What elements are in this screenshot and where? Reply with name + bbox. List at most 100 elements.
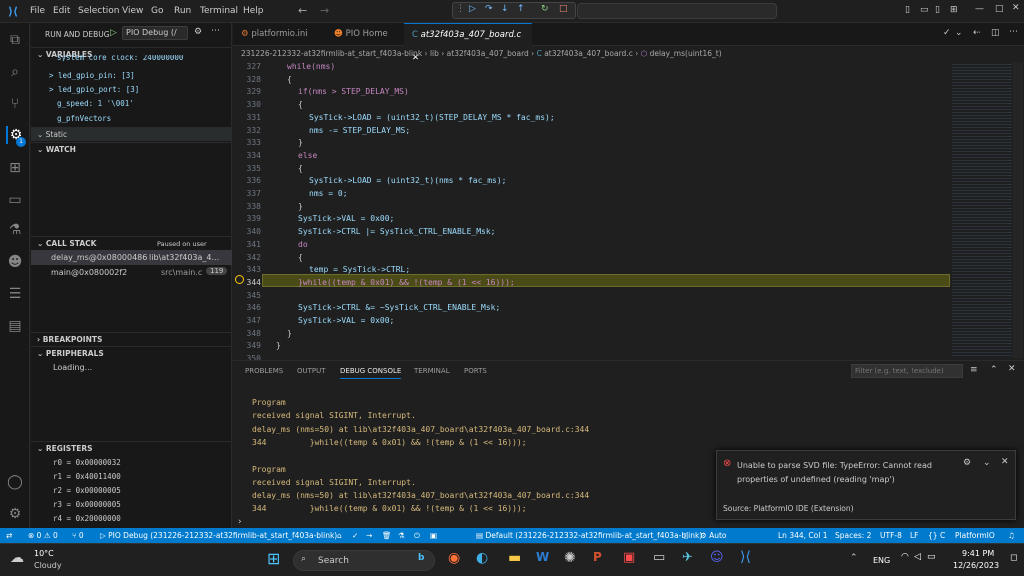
menu-go[interactable]: Go <box>151 6 163 16</box>
volume-icon[interactable]: ◁ <box>914 552 921 562</box>
call-stack-frame[interactable]: delay_ms@0x08000486 lib\at32f403a_4... <box>31 250 232 265</box>
pio-misc-icon[interactable]: ▯ <box>684 528 688 543</box>
back-arrow-icon[interactable]: ← <box>298 4 307 17</box>
wifi-icon[interactable]: ◠ <box>901 552 909 562</box>
variable-item[interactable]: > led_gpio_pin: [3] <box>49 69 135 83</box>
line-ending[interactable]: LF <box>910 528 919 543</box>
close-panel-icon[interactable]: ✕ <box>1008 364 1016 374</box>
restart-icon[interactable]: ↻ <box>541 4 549 14</box>
menu-terminal[interactable]: Terminal <box>200 6 238 16</box>
chatgpt-icon[interactable]: ✺ <box>564 550 576 566</box>
more-actions-icon[interactable]: ⋯ <box>211 26 220 36</box>
register-item[interactable]: r0 = 0x00000032 <box>53 456 121 470</box>
code-line[interactable]: { <box>298 164 303 173</box>
notification-center-icon[interactable]: ◻ <box>1010 553 1017 563</box>
cursor-position[interactable]: Ln 344, Col 1 <box>778 528 827 543</box>
battery-icon[interactable]: ▭ <box>927 552 936 562</box>
pio-home-icon[interactable]: ⌂ <box>337 528 342 543</box>
pio-test-icon[interactable]: ⚗ <box>398 528 405 543</box>
code-line[interactable]: SysTick->VAL = 0x00; <box>298 316 394 325</box>
breadcrumb-folder[interactable]: at32f403a_407_board <box>447 49 529 58</box>
code-line[interactable]: { <box>287 75 292 84</box>
source-control-icon[interactable]: ⑂ <box>6 95 24 113</box>
step-into-icon[interactable]: ↓ <box>501 4 509 14</box>
stop-icon[interactable]: □ <box>559 4 568 14</box>
debug-config-select[interactable]: PIO Debug (/ <box>122 26 188 40</box>
start-debug-icon[interactable]: ▷ <box>110 28 117 38</box>
variable-item[interactable]: > led_gpio_port: [3] <box>49 83 139 97</box>
code-line[interactable]: SysTick->CTRL |= SysTick_CTRL_ENABLE_Msk… <box>298 227 495 236</box>
word-icon[interactable]: W <box>536 550 549 564</box>
register-item[interactable]: r3 = 0x00000005 <box>53 498 121 512</box>
outline-icon[interactable]: ☰ <box>6 285 24 303</box>
code-line[interactable]: temp = SysTick->CTRL; <box>309 265 410 274</box>
pio-serial-icon[interactable]: ⏻ <box>414 528 420 543</box>
menu-edit[interactable]: Edit <box>53 6 70 16</box>
debug-session-status[interactable]: ▷ PIO Debug (231226-212332-at32firmlib-a… <box>100 528 337 543</box>
explorer-icon[interactable]: ⧉ <box>6 31 24 49</box>
input-language[interactable]: ENG <box>873 556 890 565</box>
remote-icon[interactable]: ⇄ <box>6 528 12 543</box>
register-item[interactable]: r2 = 0x00000005 <box>53 484 121 498</box>
console-prompt-icon[interactable]: › <box>238 517 242 527</box>
menu-help[interactable]: Help <box>243 6 264 16</box>
problems-status[interactable]: ⊗ 0 ⚠ 0 <box>28 528 58 543</box>
step-over-icon[interactable]: ↷ <box>485 4 493 14</box>
language-mode[interactable]: {} C <box>928 528 945 543</box>
ports-icon[interactable]: ⑂ 0 <box>72 528 84 543</box>
weather-temp[interactable]: 10°C <box>34 549 54 558</box>
split-editor-icon[interactable]: ◫ <box>991 28 1000 38</box>
menu-file[interactable]: File <box>30 6 45 16</box>
menu-selection[interactable]: Selection <box>78 6 119 16</box>
tab-pio-home[interactable]: ☻ PIO Home <box>326 23 404 46</box>
powerpoint-icon[interactable]: P <box>593 550 602 564</box>
extensions-icon[interactable]: ⊞ <box>6 159 24 177</box>
breadcrumb-project[interactable]: 231226-212332-at32firmlib-at_start_f403a… <box>241 49 422 58</box>
close-icon[interactable]: ✕ <box>1012 3 1020 13</box>
code-line[interactable]: } <box>298 138 303 147</box>
maximize-panel-icon[interactable]: ⌃ <box>990 365 998 375</box>
code-line[interactable]: SysTick->VAL = 0x00; <box>298 214 394 223</box>
go-back-icon[interactable]: ⇠ <box>973 28 981 38</box>
code-line[interactable]: } <box>276 341 281 350</box>
code-line[interactable]: nms -= STEP_DELAY_MS; <box>309 126 410 135</box>
pio-clean-icon[interactable]: 🗑 <box>382 528 392 543</box>
tab-problems[interactable]: PROBLEMS <box>245 367 283 375</box>
store-icon[interactable]: ▣ <box>623 550 635 565</box>
code-line[interactable]: while(nms) <box>287 62 335 71</box>
pio-terminal-icon[interactable]: ▣ <box>430 528 437 543</box>
platformio-icon[interactable]: ☻ <box>6 253 24 271</box>
indentation[interactable]: Spaces: 2 <box>835 528 871 543</box>
windows-start-icon[interactable]: ⊞ <box>267 549 280 568</box>
folder-icon[interactable]: ▤ <box>6 317 24 335</box>
register-item[interactable]: r4 = 0x20000000 <box>53 512 121 526</box>
layout-sidebar-icon[interactable]: ▯ <box>905 5 910 15</box>
manage-gear-icon[interactable]: ⚙ <box>6 505 24 523</box>
terminal-app-icon[interactable]: ▭ <box>653 550 665 565</box>
code-line[interactable]: do <box>298 240 308 249</box>
tab-debug-console[interactable]: DEBUG CONSOLE <box>340 367 402 379</box>
minimize-icon[interactable]: — <box>975 4 984 14</box>
continue-icon[interactable]: ▷ <box>469 4 476 14</box>
notification-close-icon[interactable]: ✕ <box>1001 457 1009 467</box>
clock-date[interactable]: 12/26/2023 <box>953 561 999 570</box>
tab-output[interactable]: OUTPUT <box>297 367 326 375</box>
firefox-icon[interactable]: ◉ <box>448 550 460 566</box>
editor-scrollbar[interactable] <box>1013 62 1023 358</box>
call-stack-frame[interactable]: main@0x080002f2 src\main.c 119 <box>31 265 232 280</box>
editor-more-icon[interactable]: ⋯ <box>1009 27 1018 37</box>
encoding[interactable]: UTF-8 <box>880 528 902 543</box>
chevron-down-icon[interactable]: ⌄ <box>955 28 963 38</box>
code-line[interactable]: nms = 0; <box>309 189 348 198</box>
testing-icon[interactable]: ⚗ <box>6 221 24 239</box>
registers-section-header[interactable]: ⌄ REGISTERS <box>31 441 232 455</box>
account-icon[interactable]: ◯ <box>6 473 24 491</box>
clear-console-icon[interactable]: ≡ <box>970 365 978 375</box>
tray-chevron-icon[interactable]: ⌃ <box>850 553 858 563</box>
variable-item[interactable]: g_pfnVectors <box>57 112 111 126</box>
layout-panel-icon[interactable]: ▭ <box>920 5 929 15</box>
layout-secondary-icon[interactable]: ▯ <box>935 5 940 15</box>
tab-ports[interactable]: PORTS <box>464 367 487 375</box>
debug-settings-icon[interactable]: ⚙ <box>194 27 202 37</box>
pio-upload-icon[interactable]: → <box>366 528 372 543</box>
